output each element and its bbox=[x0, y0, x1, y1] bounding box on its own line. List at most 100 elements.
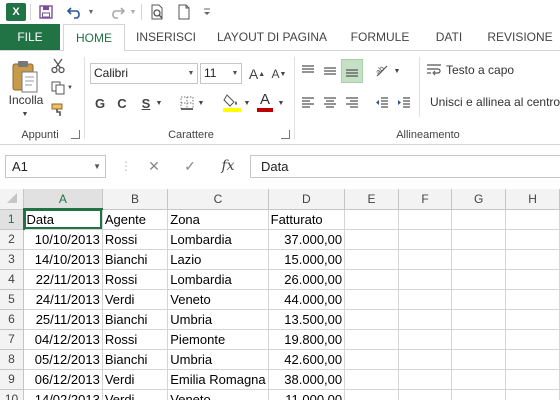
tab-review[interactable]: REVISIONE bbox=[478, 24, 560, 50]
grid-cell[interactable] bbox=[451, 249, 507, 270]
grid-cell[interactable] bbox=[451, 349, 507, 370]
decrease-indent-icon[interactable] bbox=[372, 93, 392, 113]
grid-cell[interactable] bbox=[505, 289, 560, 310]
redo-dropdown-icon[interactable]: ▼ bbox=[128, 2, 138, 22]
italic-button[interactable]: C bbox=[114, 93, 130, 113]
column-header[interactable]: D bbox=[268, 189, 346, 210]
grid-cell[interactable] bbox=[398, 349, 453, 370]
grid-cell[interactable] bbox=[505, 309, 560, 330]
tab-data[interactable]: DATI bbox=[423, 24, 475, 50]
grid-cell[interactable] bbox=[398, 369, 453, 390]
enter-icon[interactable]: ✓ bbox=[178, 155, 202, 178]
row-header[interactable]: 7 bbox=[0, 329, 25, 350]
tab-insert[interactable]: INSERISCI bbox=[127, 24, 205, 50]
clipboard-launcher-icon[interactable] bbox=[71, 130, 80, 139]
grid-cell[interactable] bbox=[451, 289, 507, 310]
grid-cell[interactable] bbox=[344, 249, 399, 270]
grid-cell[interactable]: 14/10/2013 bbox=[23, 249, 103, 270]
column-header[interactable]: F bbox=[398, 189, 453, 210]
font-name-combo[interactable]: Calibri ▼ bbox=[90, 63, 198, 84]
grid-cell[interactable] bbox=[505, 389, 560, 400]
fill-color-icon[interactable] bbox=[222, 91, 242, 113]
grid-cell[interactable] bbox=[344, 229, 399, 250]
font-size-combo[interactable]: 11 ▼ bbox=[200, 63, 242, 84]
grid-cell[interactable]: Rossi bbox=[102, 329, 169, 350]
grid-cell[interactable] bbox=[344, 369, 399, 390]
grid-cell[interactable] bbox=[505, 249, 560, 270]
grid-cell[interactable] bbox=[505, 209, 560, 230]
row-header[interactable]: 9 bbox=[0, 369, 25, 390]
copy-dropdown-icon[interactable]: ▼ bbox=[66, 83, 74, 93]
grid-cell[interactable] bbox=[398, 229, 453, 250]
grid-cell[interactable]: 25/11/2013 bbox=[23, 309, 103, 330]
grid-cell[interactable]: Lombardia bbox=[167, 269, 269, 290]
font-color-dropdown-icon[interactable]: ▼ bbox=[276, 97, 286, 109]
grid-cell[interactable]: 22/11/2013 bbox=[23, 269, 103, 290]
grid-cell[interactable] bbox=[398, 289, 453, 310]
grid-cell[interactable]: 15.000,00 bbox=[268, 249, 346, 270]
grid-cell[interactable]: Veneto bbox=[167, 289, 269, 310]
grid-cell[interactable]: 05/12/2013 bbox=[23, 349, 103, 370]
grid-cell[interactable]: Umbria bbox=[167, 309, 269, 330]
row-header[interactable]: 3 bbox=[0, 249, 25, 270]
select-all-corner[interactable] bbox=[0, 189, 25, 210]
row-header[interactable]: 5 bbox=[0, 289, 25, 310]
grid-cell[interactable]: Lombardia bbox=[167, 229, 269, 250]
align-left-icon[interactable] bbox=[298, 93, 318, 113]
chevron-down-icon[interactable]: ▼ bbox=[185, 64, 197, 83]
grid-cell[interactable]: Bianchi bbox=[102, 309, 169, 330]
grid-cell[interactable]: 44.000,00 bbox=[268, 289, 346, 310]
grid-cell[interactable]: Data bbox=[23, 209, 103, 230]
grid-cell[interactable]: Verdi bbox=[102, 289, 169, 310]
row-header[interactable]: 8 bbox=[0, 349, 25, 370]
grid-cell[interactable] bbox=[451, 369, 507, 390]
undo-dropdown-icon[interactable]: ▼ bbox=[86, 2, 96, 22]
grid-cell[interactable]: Verdi bbox=[102, 389, 169, 400]
increase-indent-icon[interactable] bbox=[394, 93, 414, 113]
borders-dropdown-icon[interactable]: ▼ bbox=[196, 97, 206, 109]
grid-cell[interactable]: 10/10/2013 bbox=[23, 229, 103, 250]
grid-cell[interactable] bbox=[398, 269, 453, 290]
grid-cell[interactable] bbox=[398, 309, 453, 330]
grid-cell[interactable]: 37.000,00 bbox=[268, 229, 346, 250]
grid-cell[interactable] bbox=[344, 349, 399, 370]
orientation-icon[interactable]: ab bbox=[372, 61, 392, 81]
column-header[interactable]: G bbox=[451, 189, 507, 210]
grid-cell[interactable]: 42.600,00 bbox=[268, 349, 346, 370]
grid-cell[interactable]: Zona bbox=[167, 209, 269, 230]
grid-cell[interactable]: Rossi bbox=[102, 269, 169, 290]
row-header[interactable]: 2 bbox=[0, 229, 25, 250]
font-color-button[interactable]: A bbox=[256, 91, 274, 113]
row-header[interactable]: 10 bbox=[0, 389, 25, 400]
grid-cell[interactable]: 13.500,00 bbox=[268, 309, 346, 330]
grid-cell[interactable] bbox=[344, 329, 399, 350]
grid-cell[interactable] bbox=[344, 309, 399, 330]
name-box[interactable]: A1 ▼ bbox=[5, 155, 106, 178]
column-header[interactable]: H bbox=[505, 189, 560, 210]
grid-cell[interactable] bbox=[398, 389, 453, 400]
underline-dropdown-icon[interactable]: ▼ bbox=[154, 97, 164, 109]
tab-file[interactable]: FILE bbox=[0, 24, 60, 50]
grid-cell[interactable] bbox=[505, 229, 560, 250]
save-icon[interactable] bbox=[36, 2, 56, 22]
grid-cell[interactable]: Bianchi bbox=[102, 349, 169, 370]
grid-cell[interactable]: 19.800,00 bbox=[268, 329, 346, 350]
align-top-icon[interactable] bbox=[298, 61, 318, 81]
column-header[interactable]: A bbox=[23, 189, 103, 210]
tab-formulas[interactable]: FORMULE bbox=[340, 24, 420, 50]
grid-cell[interactable] bbox=[451, 229, 507, 250]
wrap-text-button[interactable]: Testo a capo bbox=[426, 63, 514, 77]
underline-button[interactable]: S bbox=[138, 93, 154, 113]
grid-cell[interactable]: 06/12/2013 bbox=[23, 369, 103, 390]
grid-cell[interactable] bbox=[344, 289, 399, 310]
grid-cell[interactable]: 04/12/2013 bbox=[23, 329, 103, 350]
column-header[interactable]: B bbox=[102, 189, 169, 210]
paste-icon[interactable] bbox=[6, 57, 44, 97]
shrink-font-button[interactable]: A ▼ bbox=[270, 64, 288, 84]
column-header[interactable]: C bbox=[167, 189, 269, 210]
grid-cell[interactable]: 38.000,00 bbox=[268, 369, 346, 390]
grid-cell[interactable] bbox=[398, 209, 453, 230]
merge-center-button[interactable]: Unisci e allinea al centro bbox=[426, 95, 560, 109]
grid-cell[interactable] bbox=[344, 389, 399, 400]
font-launcher-icon[interactable] bbox=[281, 130, 290, 139]
